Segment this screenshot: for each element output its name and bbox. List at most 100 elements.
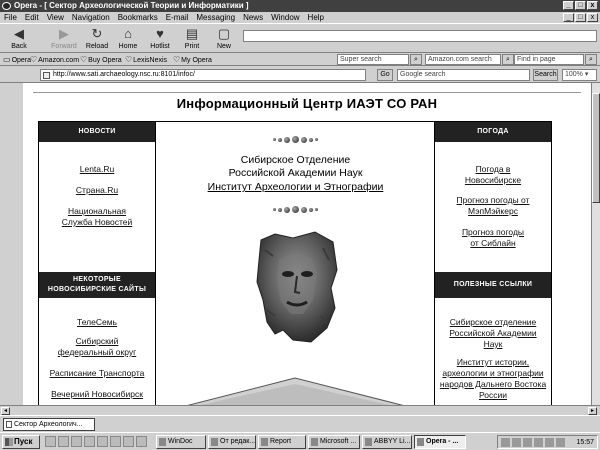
amazon-search-button[interactable]: ⌕ [502, 54, 514, 65]
center-line1: Сибирское Отделение [240, 154, 351, 166]
link-ihae-feb[interactable]: Институт истории, археологии и этнографи… [435, 357, 551, 401]
tray-icon[interactable] [512, 438, 521, 447]
quicklaunch-app-icon[interactable] [123, 436, 134, 447]
link-transport[interactable]: Расписание Транспорта [39, 368, 155, 379]
menu-window[interactable]: Window [271, 13, 299, 22]
tray-icon[interactable] [556, 438, 565, 447]
scroll-left-button[interactable]: ◂ [1, 407, 10, 415]
super-search-button[interactable]: ⌕ [410, 54, 422, 65]
title-bar[interactable]: Opera - [ Сектор Археологической Теории … [0, 0, 600, 12]
page-tab-bar: Сектор Археологич... [0, 415, 600, 432]
menu-messaging[interactable]: Messaging [196, 13, 235, 22]
heart-icon: ♡ [125, 55, 133, 64]
link-vechernii[interactable]: Вечерний Новосибирск [39, 389, 155, 400]
task-ot-redak[interactable]: От редак... [208, 435, 256, 449]
news-header: НОВОСТИ [39, 122, 155, 142]
start-button[interactable]: Пуск [2, 435, 40, 449]
task-report[interactable]: Report [258, 435, 306, 449]
quicklaunch-browser-icon[interactable] [71, 436, 82, 447]
search-icon: ⌕ [414, 56, 418, 63]
institute-link[interactable]: Институт Археологии и Этнографии [156, 181, 435, 193]
bookmark-label: Buy Opera [88, 57, 122, 64]
scroll-thumb[interactable] [592, 93, 600, 203]
bookmark-amazon[interactable]: ♡Amazon.com [30, 55, 79, 64]
zoom-select[interactable]: 100% ▾ [562, 69, 597, 81]
vertical-scrollbar[interactable] [591, 83, 600, 405]
forward-button[interactable]: ▶ Forward [44, 26, 84, 50]
menu-news[interactable]: News [243, 13, 263, 22]
link-strana[interactable]: Страна.Ru [39, 185, 155, 196]
task-microsoft[interactable]: Microsoft ... [308, 435, 360, 449]
tray-icon[interactable] [501, 438, 510, 447]
quicklaunch-app-icon[interactable] [97, 436, 108, 447]
go-button[interactable]: Go [377, 69, 393, 81]
link-telesem[interactable]: ТелеСемь [39, 317, 155, 328]
link-sfo[interactable]: Сибирский федеральный округ [39, 336, 155, 358]
menu-view[interactable]: View [47, 13, 64, 22]
find-in-page-input[interactable]: Find in page [514, 54, 584, 65]
useful-links-header: ПОЛЕЗНЫЕ ССЫЛКИ [435, 272, 551, 298]
toolbar-blank-field[interactable] [243, 30, 597, 42]
quicklaunch-explorer-icon[interactable] [58, 436, 69, 447]
doc-minimize-button[interactable]: _ [563, 13, 574, 22]
tray-icon[interactable] [545, 438, 554, 447]
new-page-button[interactable]: ▢ New [207, 26, 241, 50]
opera-logo-icon [2, 2, 11, 10]
link-sb-ras[interactable]: Сибирское отделение Российской Академии … [435, 317, 551, 350]
hotlist-button[interactable]: ♥ Hotlist [143, 26, 177, 50]
page-tab-label: Сектор Археологич... [14, 421, 83, 428]
tray-icon[interactable] [523, 438, 532, 447]
ornament-dots-top [156, 136, 435, 143]
sites-header-line1: НЕКОТОРЫЕ [73, 276, 121, 283]
address-input[interactable]: http://www.sati.archaeology.nsc.ru:8101/… [40, 69, 366, 81]
task-label: От редак... [220, 438, 256, 445]
close-button[interactable]: x [587, 1, 598, 10]
quicklaunch-app-icon[interactable] [136, 436, 147, 447]
print-button[interactable]: ▤ Print [175, 26, 209, 50]
doc-close-button[interactable]: x [587, 13, 598, 22]
menu-navigation[interactable]: Navigation [72, 13, 110, 22]
bookmark-opera[interactable]: ▭Opera [3, 55, 31, 64]
maximize-button[interactable]: □ [575, 1, 586, 10]
quicklaunch-mail-icon[interactable] [84, 436, 95, 447]
minimize-button[interactable]: _ [563, 1, 574, 10]
find-in-page-button[interactable]: ⌕ [585, 54, 597, 65]
page-tab-active[interactable]: Сектор Археологич... [3, 418, 95, 431]
menu-edit[interactable]: Edit [25, 13, 39, 22]
home-button[interactable]: ⌂ Home [111, 26, 145, 50]
task-abbyy[interactable]: ABBYY Li... [362, 435, 412, 449]
link-lenta[interactable]: Lenta.Ru [39, 164, 155, 175]
bookmark-my-opera[interactable]: ♡My Opera [173, 55, 212, 64]
right-column: ПОГОДА Погода в Новосибирске Прогноз пог… [434, 121, 552, 405]
menu-email[interactable]: E-mail [166, 13, 189, 22]
bookmark-lexisnexis[interactable]: ♡LexisNexis [125, 55, 167, 64]
bookmark-buy-opera[interactable]: ♡Buy Opera [80, 55, 122, 64]
horizontal-scrollbar[interactable]: ◂ ▸ [0, 405, 600, 415]
search-button[interactable]: Search [533, 69, 558, 81]
link-nsn[interactable]: Национальная Служба Новостей [39, 206, 155, 228]
page-icon [6, 421, 12, 428]
super-search-input[interactable]: Super search [337, 54, 409, 65]
opera-logo-icon [417, 438, 424, 446]
task-opera[interactable]: Opera - ... [414, 435, 466, 449]
back-button[interactable]: ◀ Back [2, 26, 36, 50]
doc-restore-button[interactable]: □ [575, 13, 586, 22]
menu-help[interactable]: Help [308, 13, 324, 22]
menu-file[interactable]: File [4, 13, 17, 22]
link-forecast-sibline[interactable]: Прогноз погоды от Сиблайн [435, 227, 551, 249]
quicklaunch-app-icon[interactable] [110, 436, 121, 447]
link-forecast-mapmakers[interactable]: Прогноз погоды от МэпМэйкерс [435, 195, 551, 217]
quicklaunch-desktop-icon[interactable] [45, 436, 56, 447]
window-title: Opera - [ Сектор Археологической Теории … [14, 1, 249, 10]
tray-icon[interactable] [534, 438, 543, 447]
reload-button[interactable]: ↻ Reload [80, 26, 114, 50]
task-windoc[interactable]: WinDoc [156, 435, 206, 449]
google-search-input[interactable]: Google search [397, 69, 530, 81]
panel-gutter [0, 83, 23, 405]
link-weather-novosibirsk[interactable]: Погода в Новосибирске [435, 164, 551, 186]
clock[interactable]: 15:57 [576, 437, 594, 448]
menu-bookmarks[interactable]: Bookmarks [118, 13, 158, 22]
search-icon: ⌕ [589, 56, 593, 63]
amazon-search-input[interactable]: Amazon.com search [425, 54, 501, 65]
scroll-right-button[interactable]: ▸ [588, 407, 597, 415]
